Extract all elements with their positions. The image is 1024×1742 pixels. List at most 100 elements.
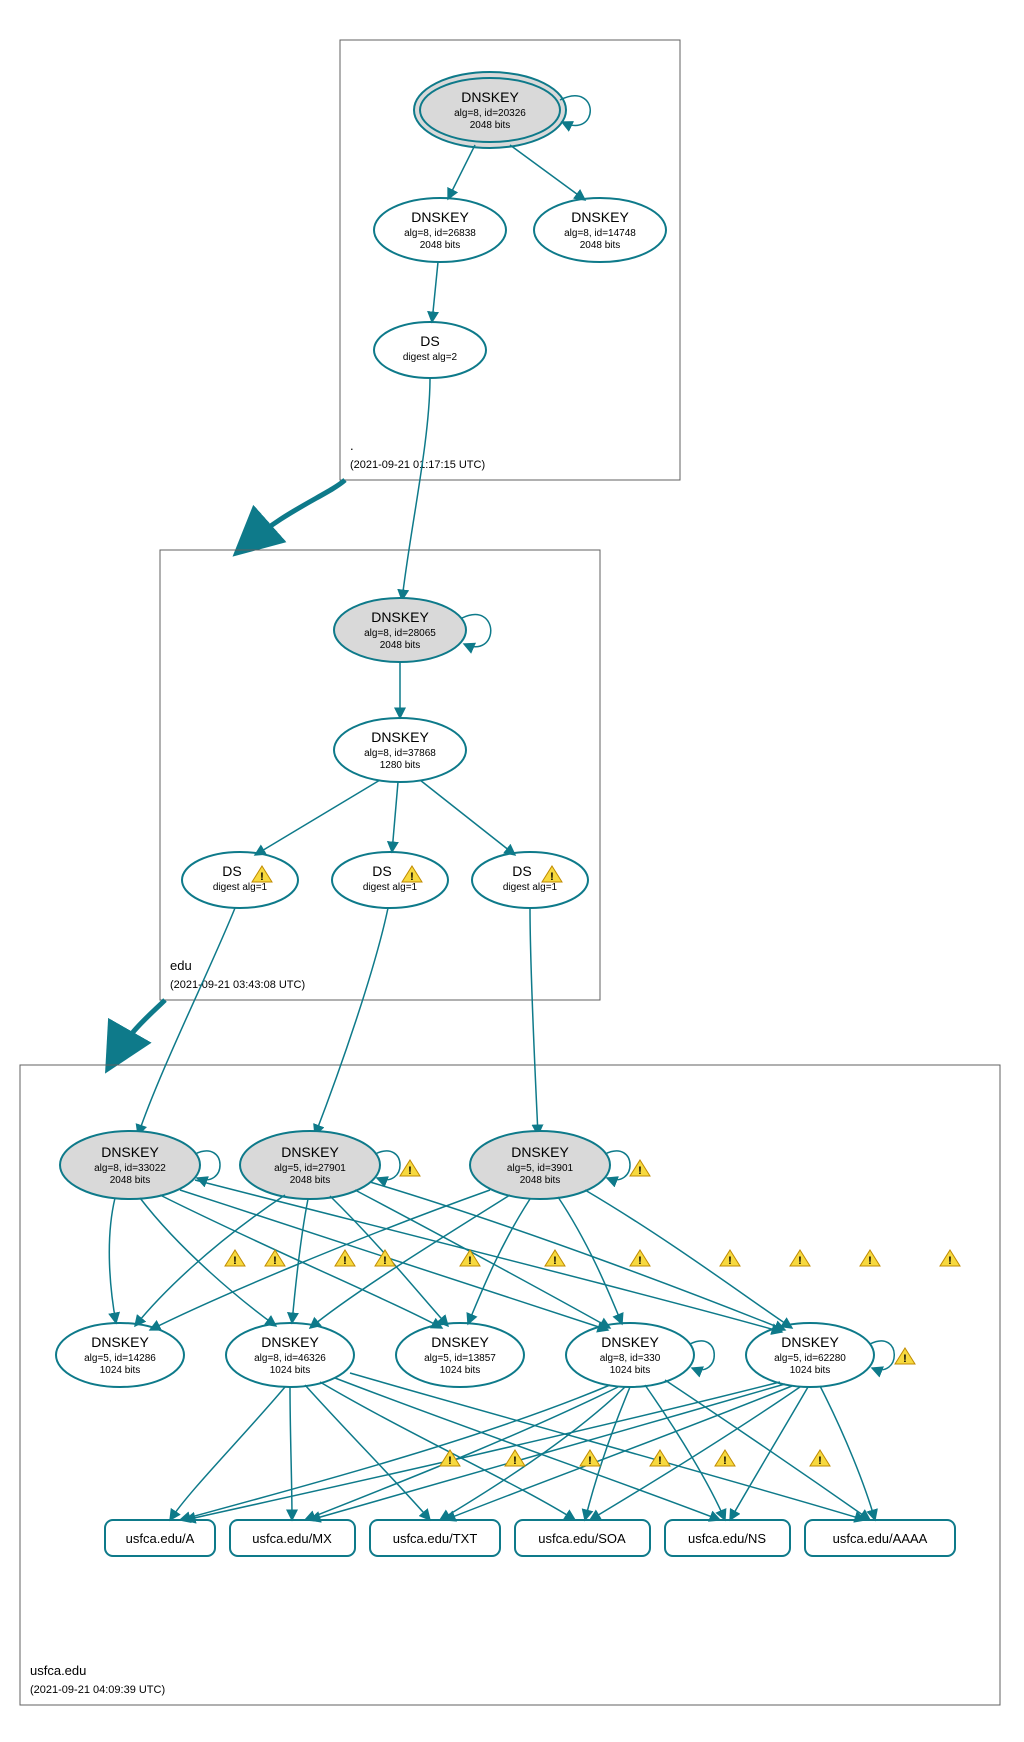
svg-text:alg=8, id=33022: alg=8, id=33022 xyxy=(94,1163,166,1174)
svg-text:alg=5, id=62280: alg=5, id=62280 xyxy=(774,1353,846,1364)
svg-text:!: ! xyxy=(588,1455,592,1467)
svg-text:alg=8, id=14748: alg=8, id=14748 xyxy=(564,228,636,239)
warning-icon: ! xyxy=(400,1160,420,1177)
svg-text:1024 bits: 1024 bits xyxy=(100,1365,141,1376)
node-edu-ds2: DS digest alg=1 ! xyxy=(332,852,448,908)
node-u-ksk1: DNSKEY alg=8, id=33022 2048 bits xyxy=(60,1131,200,1199)
edge-root-edu-deleg xyxy=(240,480,345,550)
edge-rksk-rzsk2 xyxy=(510,145,585,200)
svg-text:!: ! xyxy=(658,1455,662,1467)
node-root-zsk1: DNSKEY alg=8, id=26838 2048 bits xyxy=(374,198,506,262)
e-z2-ns xyxy=(335,1378,720,1520)
zone-ts-root: (2021-09-21 01:17:15 UTC) xyxy=(350,459,485,471)
edge-eduzsk-ds1 xyxy=(255,780,380,855)
node-u-zsk1: DNSKEY alg=5, id=14286 1024 bits xyxy=(56,1323,184,1387)
svg-text:DNSKEY: DNSKEY xyxy=(411,209,469,225)
svg-text:!: ! xyxy=(553,1255,557,1267)
zone-name-edu: edu xyxy=(170,958,192,973)
edge-rksk-rzsk1 xyxy=(448,145,475,199)
svg-text:!: ! xyxy=(383,1255,387,1267)
edge-rzsk1-rds xyxy=(432,262,438,322)
svg-text:alg=8, id=26838: alg=8, id=26838 xyxy=(404,228,476,239)
rr-mx: usfca.edu/MX xyxy=(230,1520,355,1556)
svg-text:alg=5, id=13857: alg=5, id=13857 xyxy=(424,1353,496,1364)
svg-text:!: ! xyxy=(343,1255,347,1267)
svg-text:DS: DS xyxy=(372,863,391,879)
svg-text:!: ! xyxy=(550,871,554,883)
svg-text:alg=8, id=46326: alg=8, id=46326 xyxy=(254,1353,326,1364)
svg-text:DNSKEY: DNSKEY xyxy=(571,209,629,225)
svg-text:usfca.edu/A: usfca.edu/A xyxy=(126,1531,195,1546)
edge-ds2-ksk2 xyxy=(315,908,388,1135)
svg-text:1024 bits: 1024 bits xyxy=(440,1365,481,1376)
svg-text:digest alg=1: digest alg=1 xyxy=(213,882,268,893)
e-z5-mx xyxy=(310,1384,785,1520)
svg-text:2048 bits: 2048 bits xyxy=(420,240,461,251)
svg-text:!: ! xyxy=(408,1165,412,1177)
rr-soa: usfca.edu/SOA xyxy=(515,1520,650,1556)
svg-text:1024 bits: 1024 bits xyxy=(790,1365,831,1376)
e-z5-aaaa xyxy=(820,1386,875,1520)
svg-text:!: ! xyxy=(273,1255,277,1267)
svg-text:DS: DS xyxy=(512,863,531,879)
svg-text:!: ! xyxy=(798,1255,802,1267)
e-z5-a xyxy=(185,1382,780,1520)
rr-ns: usfca.edu/NS xyxy=(665,1520,790,1556)
warning-icon: ! xyxy=(895,1348,915,1365)
svg-text:!: ! xyxy=(513,1455,517,1467)
svg-text:usfca.edu/AAAA: usfca.edu/AAAA xyxy=(833,1531,928,1546)
svg-text:DS: DS xyxy=(222,863,241,879)
edge-eduzsk-ds2 xyxy=(392,782,398,852)
svg-text:alg=8, id=28065: alg=8, id=28065 xyxy=(364,628,436,639)
svg-text:digest alg=1: digest alg=1 xyxy=(503,882,558,893)
svg-text:1024 bits: 1024 bits xyxy=(270,1365,311,1376)
svg-text:DNSKEY: DNSKEY xyxy=(261,1334,319,1350)
svg-text:usfca.edu/NS: usfca.edu/NS xyxy=(688,1531,766,1546)
node-root-ds: DS digest alg=2 xyxy=(374,322,486,378)
e-z2-mx xyxy=(290,1387,292,1520)
e-z4-aaaa xyxy=(665,1380,870,1520)
node-edu-ds1: DS digest alg=1 ! xyxy=(182,852,298,908)
e-k1-z1 xyxy=(109,1198,116,1323)
zone-name-usfca: usfca.edu xyxy=(30,1663,86,1678)
svg-text:!: ! xyxy=(260,871,264,883)
svg-text:!: ! xyxy=(818,1455,822,1467)
node-root-ksk: DNSKEY alg=8, id=20326 2048 bits xyxy=(414,72,566,148)
node-edu-ds3: DS digest alg=1 ! xyxy=(472,852,588,908)
svg-text:DNSKEY: DNSKEY xyxy=(461,89,519,105)
node-u-zsk3: DNSKEY alg=5, id=13857 1024 bits xyxy=(396,1323,524,1387)
svg-text:2048 bits: 2048 bits xyxy=(380,640,421,651)
svg-text:!: ! xyxy=(948,1255,952,1267)
svg-text:DNSKEY: DNSKEY xyxy=(371,729,429,745)
svg-text:!: ! xyxy=(903,1353,907,1365)
rr-a: usfca.edu/A xyxy=(105,1520,215,1556)
edge-rds-eduksk xyxy=(402,378,430,600)
edge-edu-usfca-deleg xyxy=(110,1000,165,1065)
e-z4-mx xyxy=(305,1387,618,1520)
svg-text:alg=8, id=20326: alg=8, id=20326 xyxy=(454,108,526,119)
svg-text:2048 bits: 2048 bits xyxy=(470,120,511,131)
e-k1-z2 xyxy=(140,1198,276,1326)
svg-text:DNSKEY: DNSKEY xyxy=(371,609,429,625)
node-u-zsk4: DNSKEY alg=8, id=330 1024 bits xyxy=(566,1323,694,1387)
svg-text:usfca.edu/MX: usfca.edu/MX xyxy=(252,1531,332,1546)
e-k3-z1 xyxy=(150,1190,490,1330)
svg-text:DNSKEY: DNSKEY xyxy=(601,1334,659,1350)
svg-text:alg=8, id=330: alg=8, id=330 xyxy=(600,1353,661,1364)
zone-ts-edu: (2021-09-21 03:43:08 UTC) xyxy=(170,979,305,991)
svg-text:DNSKEY: DNSKEY xyxy=(511,1144,569,1160)
svg-text:DNSKEY: DNSKEY xyxy=(281,1144,339,1160)
edge-ds3-ksk3 xyxy=(530,908,538,1135)
svg-text:digest alg=2: digest alg=2 xyxy=(403,352,458,363)
svg-text:usfca.edu/SOA: usfca.edu/SOA xyxy=(538,1531,626,1546)
node-edu-zsk: DNSKEY alg=8, id=37868 1280 bits xyxy=(334,718,466,782)
dnssec-graph: . (2021-09-21 01:17:15 UTC) DNSKEY alg=8… xyxy=(10,10,1014,1730)
svg-text:alg=5, id=27901: alg=5, id=27901 xyxy=(274,1163,346,1174)
svg-text:1280 bits: 1280 bits xyxy=(380,760,421,771)
svg-text:!: ! xyxy=(410,871,414,883)
svg-text:alg=8, id=37868: alg=8, id=37868 xyxy=(364,748,436,759)
e-k2-z1 xyxy=(135,1195,285,1326)
svg-text:alg=5, id=3901: alg=5, id=3901 xyxy=(507,1163,574,1174)
node-u-zsk2: DNSKEY alg=8, id=46326 1024 bits xyxy=(226,1323,354,1387)
svg-text:DNSKEY: DNSKEY xyxy=(101,1144,159,1160)
